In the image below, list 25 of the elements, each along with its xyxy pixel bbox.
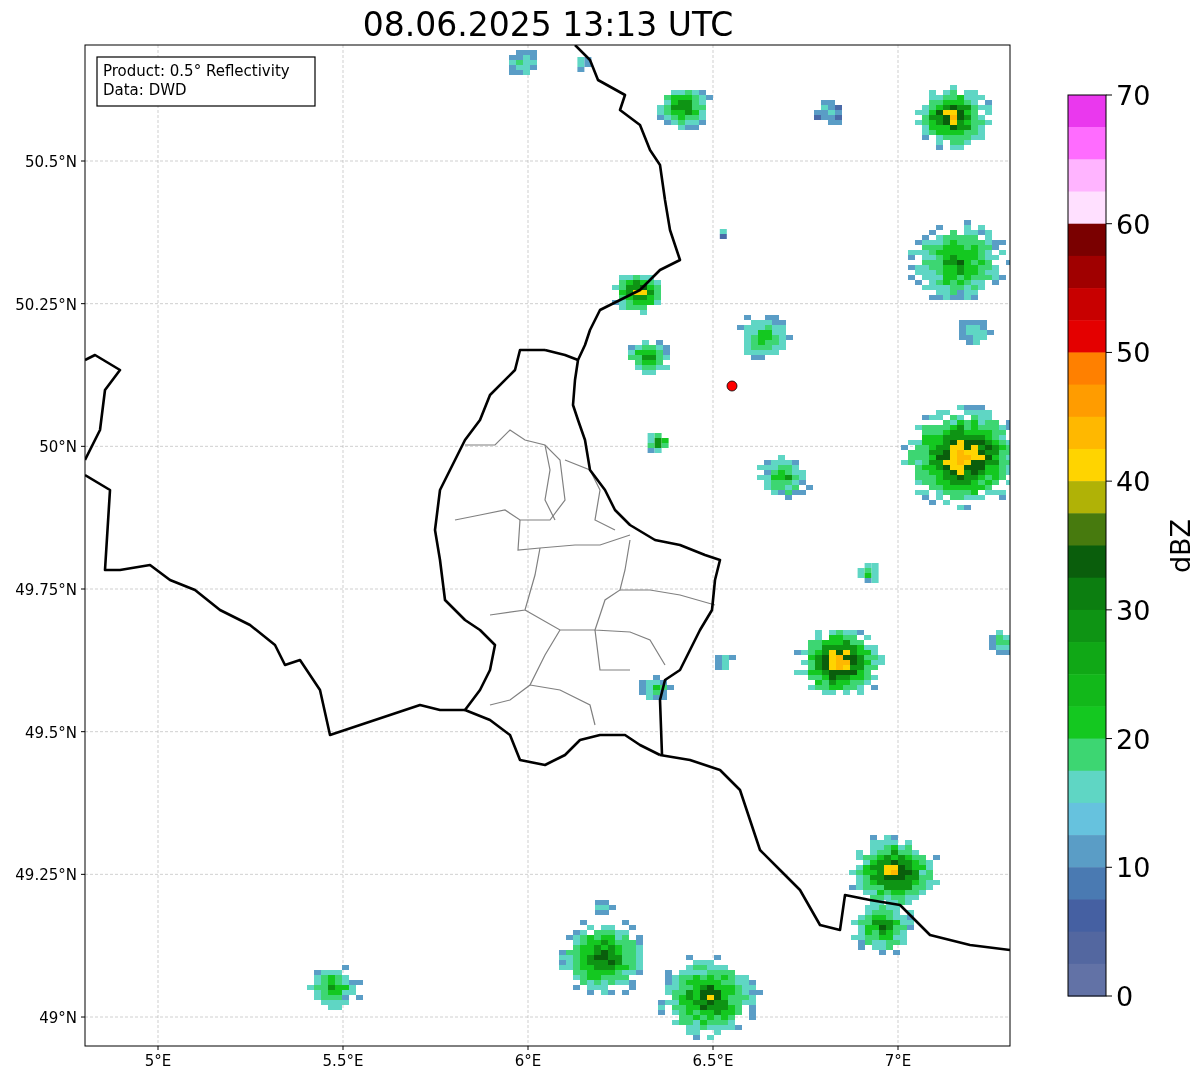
longitude-label: 5°E xyxy=(144,1052,172,1070)
radar-site-marker xyxy=(726,380,738,392)
latitude-label: 49.75°N xyxy=(15,581,77,599)
latitude-label: 49°N xyxy=(39,1009,77,1027)
colorbar-tick-label: 60 xyxy=(1116,208,1151,240)
latitude-label: 50.5°N xyxy=(24,153,77,171)
longitude-label: 7°E xyxy=(884,1052,912,1070)
longitude-label: 5.5°E xyxy=(322,1052,364,1070)
latitude-label: 50°N xyxy=(39,438,77,457)
colorbar-tick-label: 10 xyxy=(1116,852,1151,884)
colorbar-tick-label: 20 xyxy=(1116,723,1151,755)
colorbar-tick-label: 0 xyxy=(1116,981,1134,1012)
figure-title: 08.06.2025 13:13 UTC xyxy=(362,5,734,44)
info-text: Product: 0.5° Reflectivity xyxy=(103,62,290,80)
latitude-label: 49.25°N xyxy=(15,866,77,885)
latitude-label: 50.25°N xyxy=(15,295,77,314)
colorbar-tick-label: 30 xyxy=(1116,594,1151,626)
info-text: Data: DWD xyxy=(103,81,187,99)
colorbar-axis-label: dBZ xyxy=(1165,518,1196,574)
colorbar-tick-label: 70 xyxy=(1116,80,1151,111)
longitude-label: 6.5°E xyxy=(692,1052,734,1070)
latitude-label: 49.5°N xyxy=(24,723,77,742)
longitude-label: 6°E xyxy=(514,1052,542,1070)
colorbar-tick-label: 40 xyxy=(1116,466,1151,498)
colorbar-tick-label: 50 xyxy=(1116,337,1151,369)
